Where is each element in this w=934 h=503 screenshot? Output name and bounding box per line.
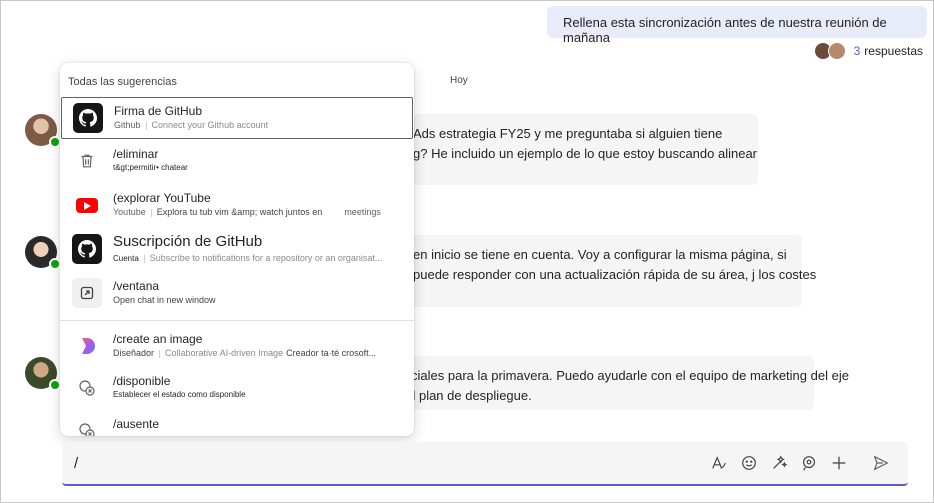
suggestion-source: Github bbox=[114, 120, 141, 130]
message-composer[interactable]: / bbox=[62, 442, 908, 486]
avatar[interactable] bbox=[25, 236, 61, 270]
message-line: Ads estrategia FY25 y me preguntaba si a… bbox=[413, 126, 723, 141]
suggestion-source: Youtube bbox=[113, 207, 146, 217]
reply-avatar bbox=[827, 42, 846, 60]
github-icon bbox=[72, 234, 102, 264]
composer-input[interactable]: / bbox=[74, 455, 78, 472]
suggestion-meta: Youtube Explora tu tub vim &amp; watch ju… bbox=[113, 207, 381, 217]
avatar[interactable] bbox=[25, 357, 61, 391]
copilot-icon[interactable] bbox=[764, 448, 794, 478]
open-window-icon bbox=[72, 278, 102, 308]
suggestion-name: /ventana bbox=[113, 279, 160, 293]
suggestion-desc: Establecer el estado como disponible bbox=[113, 390, 246, 399]
youtube-icon bbox=[72, 190, 102, 220]
message-line: del plan de despliegue. bbox=[398, 388, 532, 403]
suggestion-desc: Explora tu tub vim &amp; watch juntos en bbox=[156, 207, 323, 217]
github-icon bbox=[73, 103, 103, 133]
replies-count: 3 bbox=[853, 44, 861, 58]
suggestion-desc: Collaborative AI-driven Image bbox=[165, 348, 284, 358]
message-line: g? He incluido un ejemplo de lo que esto… bbox=[413, 146, 758, 161]
suggestion-extra: Creador ta·té crosoft... bbox=[286, 348, 377, 358]
suggestion-name: /disponible bbox=[113, 374, 171, 388]
message-line: en inicio se tiene en cuenta. Voy a conf… bbox=[413, 247, 787, 262]
status-icon bbox=[72, 373, 102, 403]
suggestion-source: Cuenta bbox=[113, 254, 139, 263]
composer-toolbar bbox=[704, 442, 908, 484]
suggestions-title: Todas las sugerencias bbox=[68, 76, 177, 88]
suggestion-window[interactable]: /ventana Open chat in new window bbox=[61, 273, 413, 315]
message-line: iniciales para la primavera. Puedo ayuda… bbox=[398, 368, 849, 383]
send-icon[interactable] bbox=[866, 448, 896, 478]
emoji-icon[interactable] bbox=[734, 448, 764, 478]
outgoing-message-text: Rellena esta sincronización antes de nue… bbox=[563, 15, 887, 45]
suggestions-panel: Todas las sugerencias Firma de GitHub Gi… bbox=[60, 63, 414, 436]
suggestion-github-signin[interactable]: Firma de GitHub Github Connect your Githu… bbox=[61, 97, 413, 139]
divider bbox=[60, 320, 414, 321]
day-separator: Hoy bbox=[450, 75, 468, 86]
trash-icon bbox=[72, 146, 102, 176]
format-icon[interactable] bbox=[704, 448, 734, 478]
suggestion-name: /ausente bbox=[113, 417, 160, 431]
suggestion-desc: Connect your Github account bbox=[151, 120, 269, 130]
suggestion-name: Firma de GitHub bbox=[114, 104, 203, 118]
suggestion-meta: Diseñador Collaborative AI-driven Image Cr… bbox=[113, 348, 376, 358]
suggestion-explore-youtube[interactable]: (explorar YouTube Youtube Explora tu tub … bbox=[61, 185, 413, 227]
suggestion-extra: meetings bbox=[344, 207, 381, 217]
avatar[interactable] bbox=[25, 114, 61, 148]
status-icon bbox=[72, 416, 102, 436]
suggestion-github-subscribe[interactable]: Suscripción de GitHub Cuenta Subscribe to… bbox=[61, 229, 413, 271]
suggestion-available[interactable]: /disponible Establecer el estado como di… bbox=[61, 368, 413, 410]
suggestion-away[interactable]: /ausente bbox=[61, 411, 413, 436]
suggestion-source: Diseñador bbox=[113, 348, 155, 358]
suggestion-meta: Github Connect your Github account bbox=[114, 120, 268, 130]
suggestion-name: /eliminar bbox=[113, 147, 159, 161]
suggestion-desc: t&gt;permitir• chatear bbox=[113, 163, 188, 172]
loop-icon[interactable] bbox=[794, 448, 824, 478]
outgoing-message: Rellena esta sincronización antes de nue… bbox=[547, 6, 927, 45]
suggestion-name: (explorar YouTube bbox=[113, 191, 211, 205]
suggestion-name: /create an image bbox=[113, 332, 203, 346]
chat-window: Rellena esta sincronización antes de nue… bbox=[0, 0, 934, 503]
message-line: puede responder con una actualización rá… bbox=[413, 267, 817, 282]
suggestion-delete[interactable]: /eliminar t&gt;permitir• chatear bbox=[61, 141, 413, 183]
designer-icon bbox=[72, 331, 102, 361]
suggestion-desc: Subscribe to notifications for a reposit… bbox=[149, 253, 383, 263]
plus-icon[interactable] bbox=[824, 448, 854, 478]
replies-indicator[interactable]: 3 respuestas bbox=[813, 42, 923, 60]
suggestion-create-image[interactable]: /create an image Diseñador Collaborative … bbox=[61, 326, 413, 368]
suggestion-desc: Open chat in new window bbox=[113, 295, 216, 305]
replies-label: respuestas bbox=[864, 44, 923, 58]
suggestion-name: Suscripción de GitHub bbox=[113, 233, 263, 250]
suggestion-meta: Cuenta Subscribe to notifications for a r… bbox=[113, 253, 382, 263]
